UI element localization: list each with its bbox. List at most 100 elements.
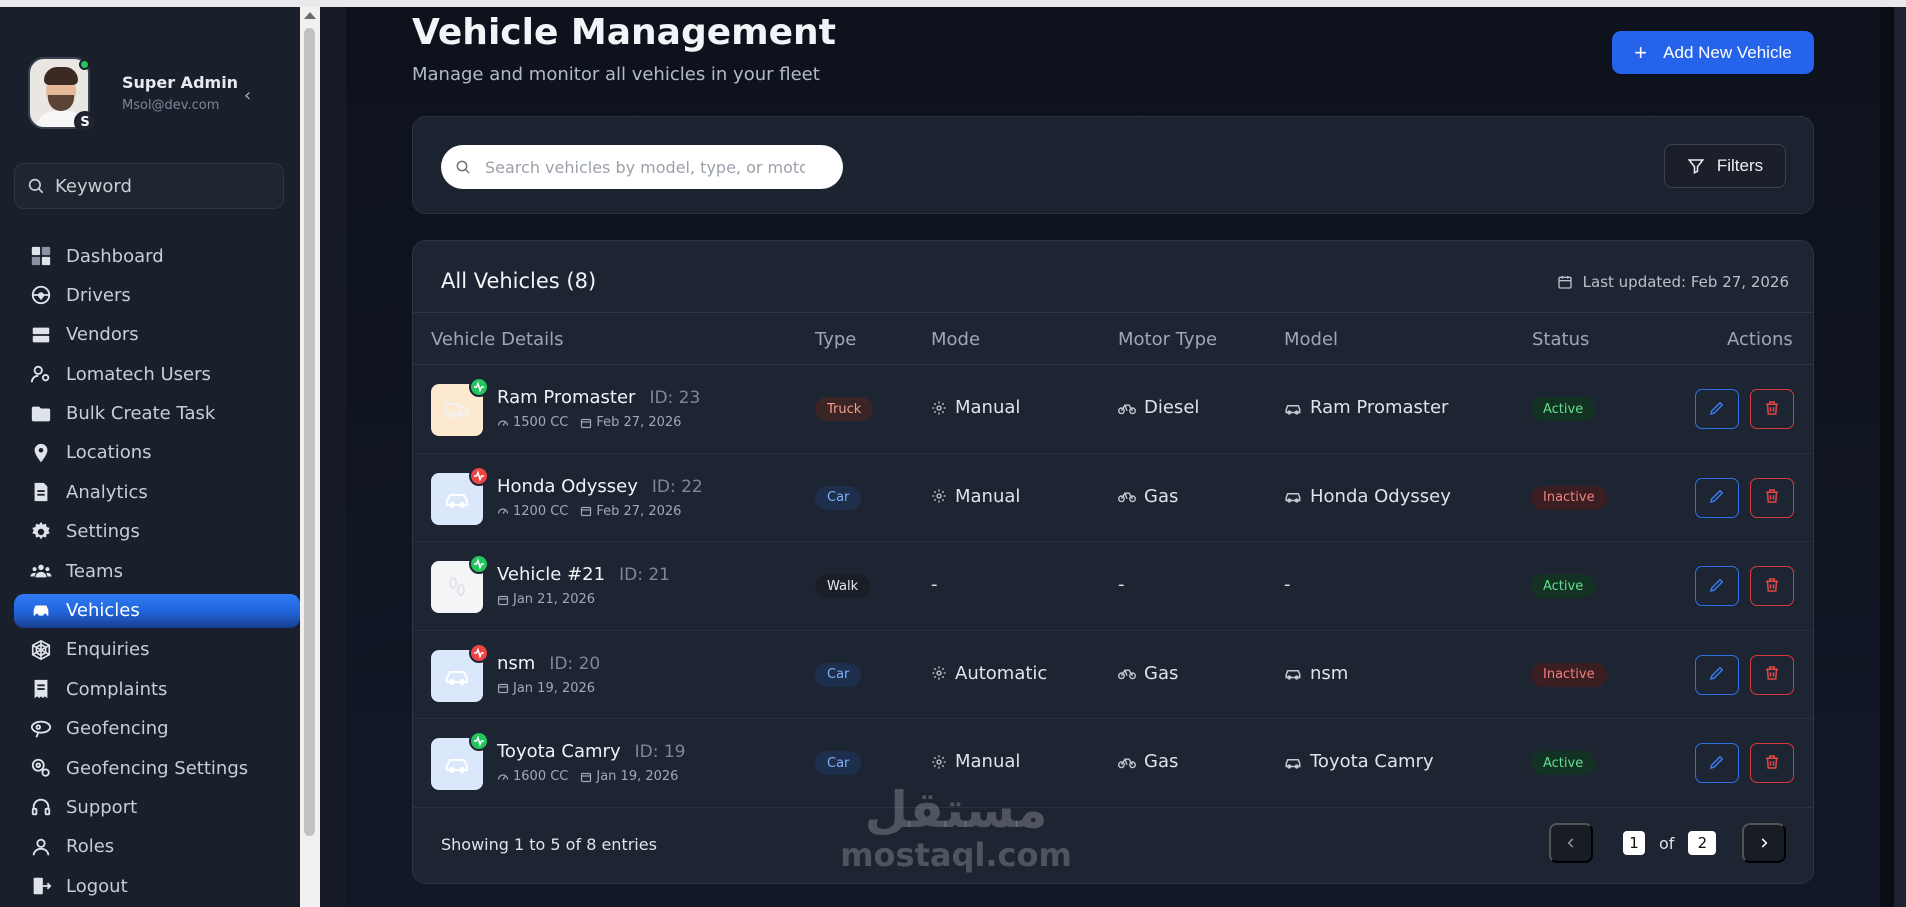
- status-badge: Active: [1531, 397, 1596, 421]
- health-ok-pulse-icon: [469, 731, 489, 751]
- user-profile[interactable]: S Super Admin Msol@dev.com: [28, 57, 239, 133]
- mode-cell: Automatic: [931, 663, 1047, 684]
- delete-vehicle-button[interactable]: [1750, 477, 1794, 518]
- sidebar-item-locations[interactable]: Locations: [14, 436, 300, 470]
- vehicle-id: ID: 19: [634, 742, 686, 762]
- sidebar-item-complaints[interactable]: Complaints: [14, 672, 300, 706]
- sidebar-item-logout[interactable]: Logout: [14, 869, 300, 903]
- motor-type-cell: Gas: [1118, 486, 1178, 507]
- sidebar-item-bulk-create-task[interactable]: Bulk Create Task: [14, 397, 300, 431]
- delete-vehicle-button[interactable]: [1750, 743, 1794, 783]
- sidebar-item-lomatech-users[interactable]: Lomatech Users: [14, 357, 300, 391]
- sidebar-item-roles[interactable]: Roles: [14, 830, 300, 864]
- chevron-right-icon: [1761, 838, 1768, 848]
- model-text: nsm: [1310, 662, 1349, 684]
- health-alert-pulse-icon: [469, 465, 489, 486]
- motor-type-cell: Gas: [1118, 751, 1178, 772]
- vehicle-search-field[interactable]: [441, 145, 843, 189]
- avatar-initial: S: [74, 111, 96, 133]
- sidebar-item-enquiries[interactable]: Enquiries: [14, 633, 300, 667]
- headset-icon: [30, 796, 52, 818]
- motor-type-cell: Gas: [1118, 663, 1178, 684]
- drivers-icon: [30, 284, 52, 306]
- table-body: Ram Promaster ID: 23 1500 CC Feb 27, 2026 Tr…: [413, 365, 1813, 808]
- edit-vehicle-button[interactable]: [1695, 566, 1739, 606]
- table-row: nsm ID: 20 Jan 19, 2026 Car Automatic Gas nsm I…: [413, 631, 1813, 719]
- table-row: Toyota Camry ID: 19 1600 CC Jan 19, 2026 Car…: [413, 719, 1813, 808]
- sidebar-item-drivers[interactable]: Drivers: [14, 278, 300, 312]
- vehicle-meta: 1600 CC Jan 19, 2026: [497, 769, 690, 784]
- filters-label: Filters: [1716, 156, 1764, 175]
- edit-vehicle-button[interactable]: [1695, 654, 1739, 695]
- sidebar-item-label: Locations: [66, 442, 152, 464]
- column-header-row: Vehicle Details Type Mode Motor Type Mod…: [413, 313, 1813, 365]
- sidebar: S Super Admin Msol@dev.com ‹ Keyword Das…: [0, 7, 300, 907]
- sidebar-item-vendors[interactable]: Vendors: [14, 318, 300, 352]
- vehicle-name-text: Toyota Camry: [497, 741, 621, 762]
- gear-icon: [30, 521, 52, 543]
- scroll-up-arrow-icon[interactable]: [304, 12, 316, 19]
- sidebar-search-input[interactable]: Keyword: [14, 163, 284, 209]
- page-scrollbar[interactable]: [1894, 7, 1906, 907]
- sidebar-item-label: Vendors: [66, 324, 139, 346]
- page-title: Vehicle Management: [412, 12, 836, 53]
- geofence-icon: [30, 718, 52, 740]
- model-text: Honda Odyssey: [1310, 485, 1451, 507]
- created-date-text: Jan 19, 2026: [513, 680, 596, 696]
- previous-page-button[interactable]: [1549, 823, 1593, 863]
- browser-top-strip: [0, 0, 1906, 7]
- sidebar-item-settings[interactable]: Settings: [14, 515, 300, 549]
- sidebar-item-geofencing-settings[interactable]: Geofencing Settings: [14, 751, 300, 785]
- sidebar-item-teams[interactable]: Teams: [14, 554, 300, 588]
- delete-vehicle-button[interactable]: [1750, 566, 1794, 606]
- sidebar-item-support[interactable]: Support: [14, 790, 300, 824]
- health-ok-pulse-icon: [469, 554, 489, 574]
- motor-type-text: Diesel: [1144, 397, 1200, 418]
- vehicle-name-text: Vehicle #21: [497, 564, 606, 585]
- delete-vehicle-button[interactable]: [1750, 389, 1794, 429]
- sidebar-item-analytics[interactable]: Analytics: [14, 475, 300, 509]
- column-header-motor-type: Motor Type: [1118, 329, 1218, 350]
- sidebar-item-label: Analytics: [66, 481, 148, 503]
- vehicle-name: Vehicle #21 ID: 21: [497, 564, 670, 585]
- sidebar-item-label: Enquiries: [66, 639, 150, 661]
- engine-cc-text: 1600 CC: [513, 769, 569, 784]
- geofence-settings-icon: [30, 757, 52, 779]
- sidebar-item-geofencing[interactable]: Geofencing: [14, 712, 300, 746]
- delete-vehicle-button[interactable]: [1750, 654, 1794, 695]
- profile-name: Super Admin: [122, 73, 239, 92]
- created-date-text: Feb 27, 2026: [596, 415, 682, 430]
- edit-vehicle-button[interactable]: [1695, 743, 1739, 783]
- sidebar-item-label: Dashboard: [66, 245, 164, 267]
- current-page-box[interactable]: 1: [1623, 831, 1645, 855]
- document-icon: [30, 481, 52, 503]
- model-cell: Ram Promaster: [1284, 397, 1448, 418]
- vehicle-id: ID: 21: [619, 565, 670, 585]
- add-new-vehicle-button[interactable]: + Add New Vehicle: [1612, 31, 1814, 74]
- sidebar-item-dashboard[interactable]: Dashboard: [14, 239, 300, 273]
- vehicle-search-input[interactable]: [485, 157, 805, 177]
- vehicle-type-badge: Car: [815, 751, 862, 775]
- logout-icon: [30, 875, 52, 897]
- created-date-text: Feb 27, 2026: [596, 503, 682, 519]
- engine-cc: 1500 CC: [497, 415, 568, 430]
- sidebar-item-label: Bulk Create Task: [66, 403, 216, 425]
- filters-button[interactable]: Filters: [1664, 144, 1786, 188]
- sidebar-item-vehicles[interactable]: Vehicles: [14, 593, 300, 628]
- collapse-sidebar-chevron-icon[interactable]: ‹: [244, 85, 251, 106]
- next-page-button[interactable]: [1742, 823, 1786, 863]
- vehicle-type-badge: Car: [815, 485, 862, 510]
- calendar-icon: [1557, 274, 1573, 290]
- model-cell: nsm: [1284, 663, 1348, 684]
- column-header-status: Status: [1532, 329, 1590, 350]
- vehicle-name-text: nsm: [497, 652, 536, 674]
- edit-vehicle-button[interactable]: [1695, 389, 1739, 429]
- edit-vehicle-button[interactable]: [1695, 477, 1739, 518]
- team-icon: [30, 560, 52, 582]
- sidebar-item-label: Settings: [66, 521, 140, 543]
- search-icon: [456, 160, 470, 174]
- sidebar-scrollbar-thumb[interactable]: [304, 28, 315, 836]
- engine-cc: 1600 CC: [497, 769, 568, 784]
- sidebar-item-label: Logout: [66, 875, 128, 897]
- page-of-label: of: [1659, 833, 1675, 853]
